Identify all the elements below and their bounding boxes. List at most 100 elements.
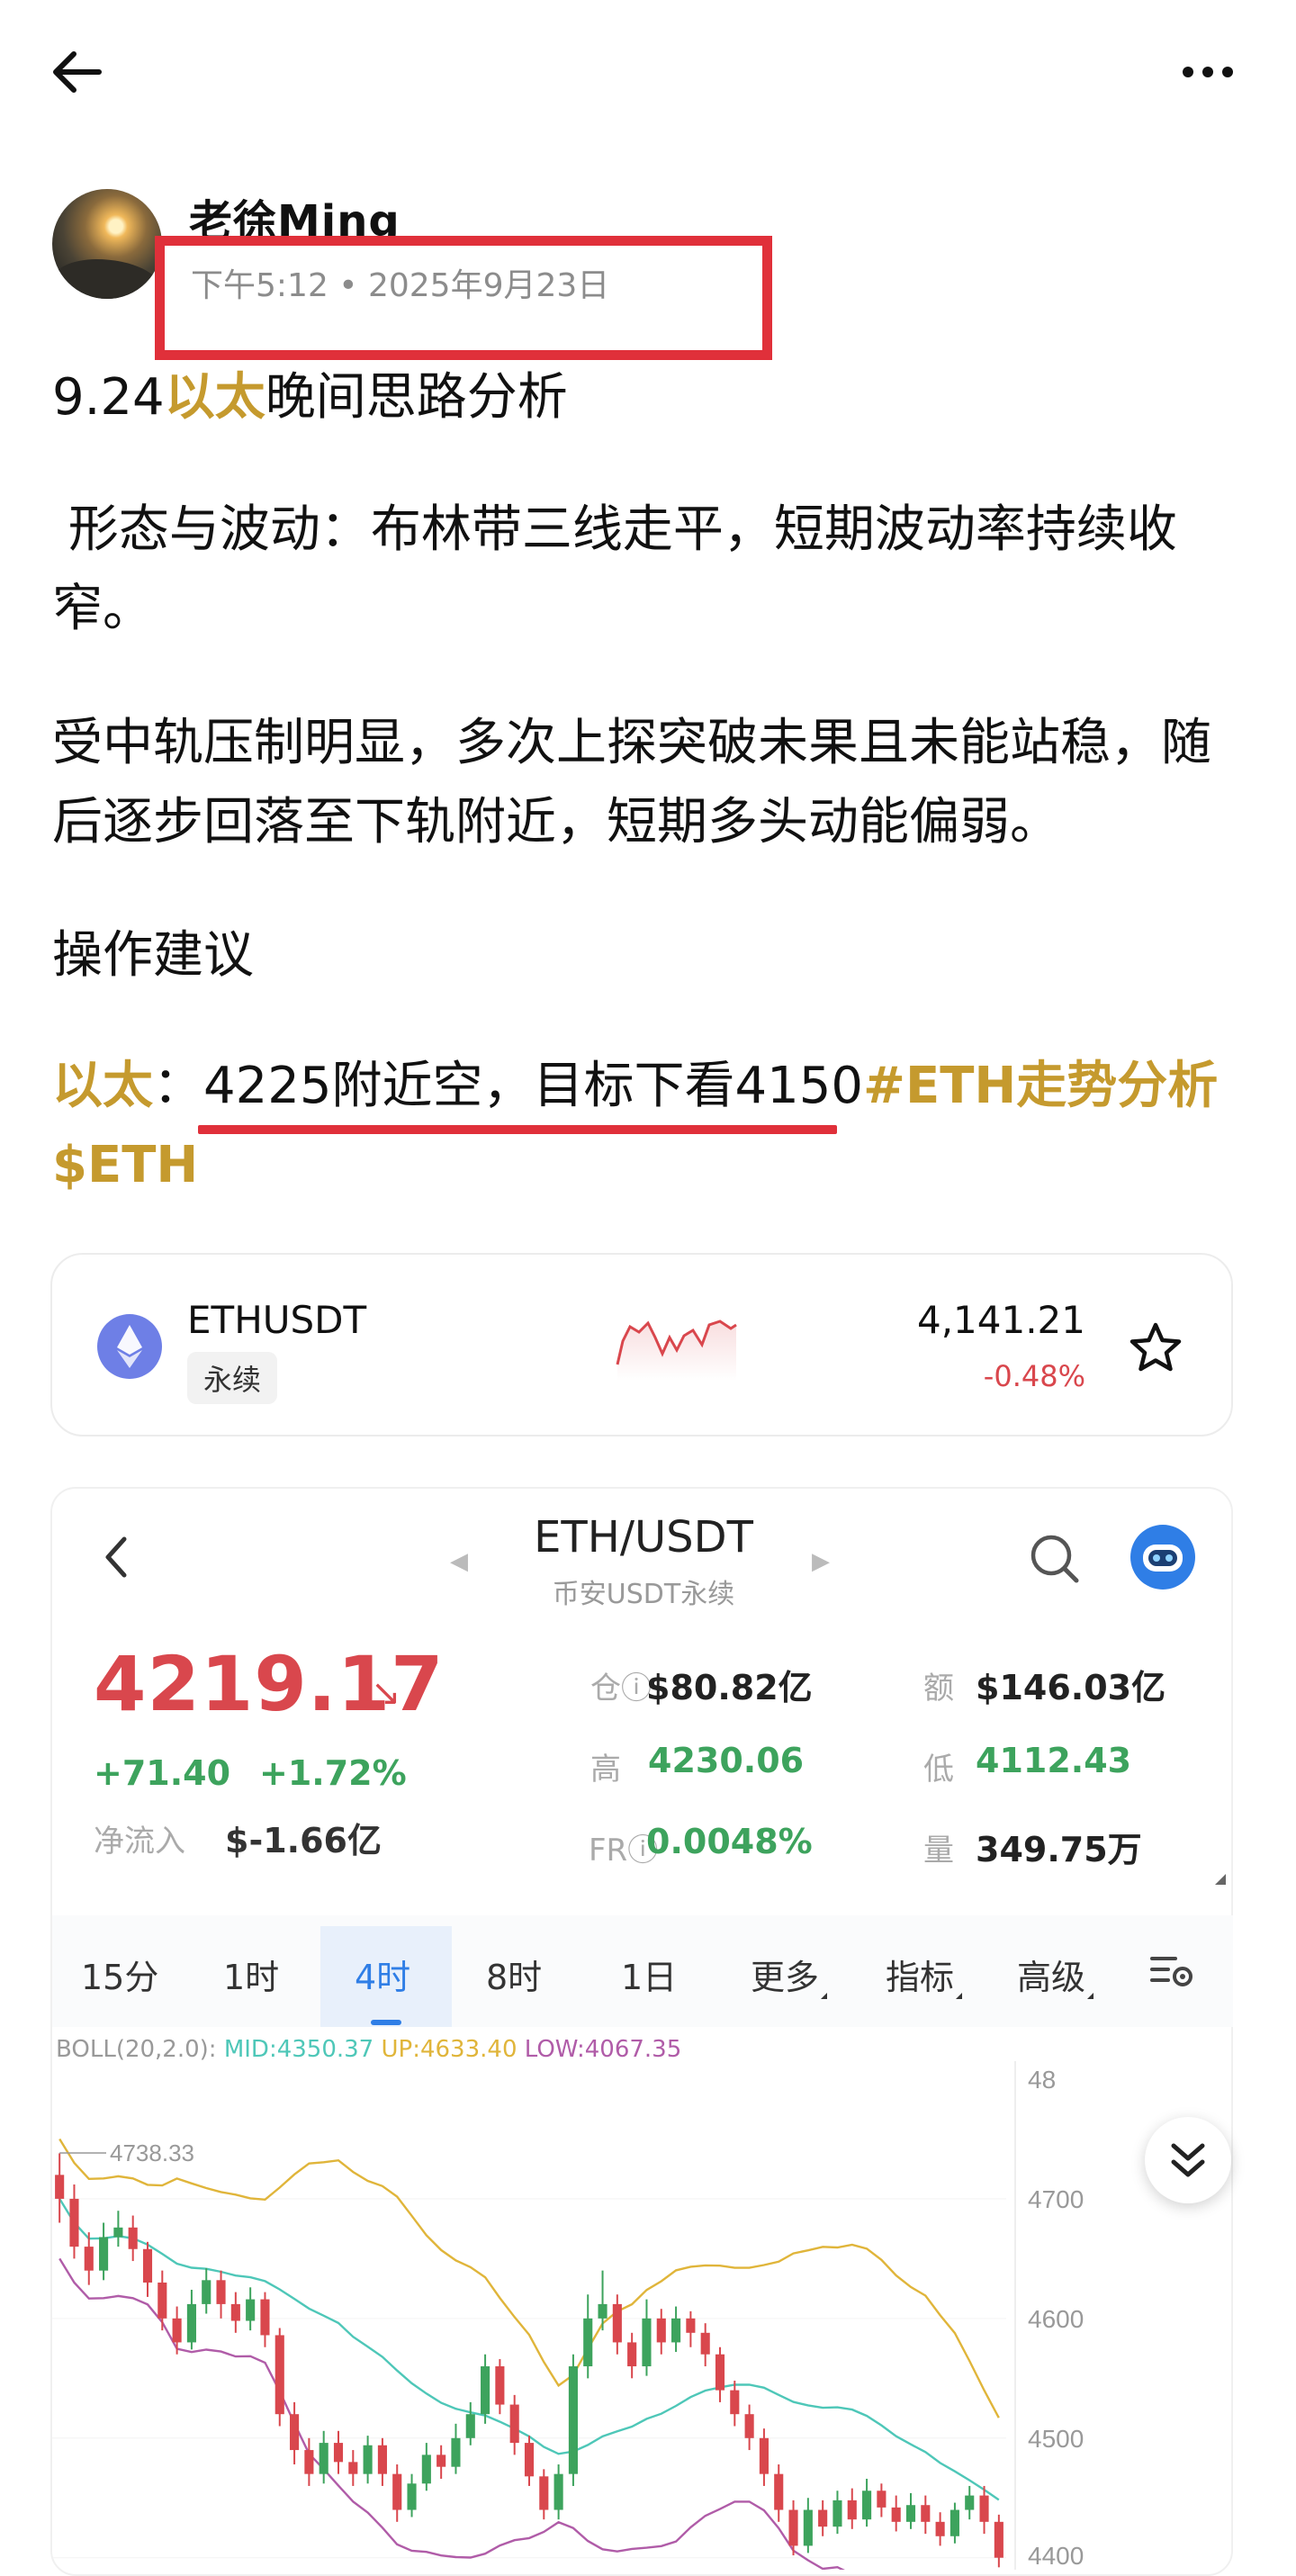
- tab-1d[interactable]: 1日: [621, 1950, 677, 1999]
- assistant-bot-button[interactable]: [1130, 1525, 1195, 1590]
- candle-body: [744, 2414, 754, 2438]
- tab-advanced-label: 高级: [1017, 1958, 1086, 1997]
- volume-value: 349.75万: [976, 1830, 1142, 1869]
- y-axis-tick-label: 48: [1028, 2066, 1056, 2094]
- candle-body: [274, 2335, 284, 2415]
- candle-body: [612, 2303, 622, 2343]
- candle-body: [598, 2303, 608, 2319]
- candle-body: [554, 2473, 563, 2510]
- candle-body: [142, 2248, 153, 2283]
- candle-body: [965, 2495, 975, 2510]
- candle-body: [656, 2318, 666, 2343]
- tab-advanced[interactable]: 高级: [1017, 1950, 1094, 1999]
- candle-body: [891, 2507, 901, 2522]
- candle-body: [671, 2318, 681, 2343]
- candle-body: [774, 2473, 784, 2510]
- trade-plan-text: 4225附近空，目标下看4150: [203, 1057, 864, 1115]
- candle-body: [921, 2505, 931, 2522]
- sparkline-chart: [616, 1320, 737, 1381]
- scroll-down-button[interactable]: [1145, 2117, 1231, 2203]
- candle-body: [69, 2198, 79, 2247]
- candle-body: [246, 2299, 256, 2321]
- pair-subtitle: 币安USDT永续: [552, 1579, 735, 1610]
- candle-body: [260, 2299, 270, 2336]
- favorite-button[interactable]: [1127, 1320, 1184, 1377]
- candle-body: [202, 2280, 212, 2304]
- candle-body: [216, 2280, 226, 2304]
- candle-body: [818, 2509, 828, 2527]
- candle-body: [935, 2521, 945, 2536]
- dropdown-caret-icon: [821, 1993, 828, 1999]
- candle-body: [113, 2227, 123, 2238]
- candle-body: [509, 2404, 519, 2444]
- candle-body: [481, 2366, 490, 2415]
- candle-body: [700, 2332, 710, 2355]
- prev-pair-icon[interactable]: ◀: [450, 1548, 468, 1575]
- candle-body: [186, 2303, 196, 2343]
- chart-settings-button[interactable]: [1148, 1950, 1199, 1993]
- tab-15m[interactable]: 15分: [81, 1950, 158, 1999]
- ticker-symbol: ETHUSDT: [187, 1298, 367, 1342]
- candle-body: [862, 2490, 872, 2520]
- tab-1h[interactable]: 1时: [223, 1950, 279, 1999]
- amount-label: 额: [923, 1671, 954, 1707]
- low-label: 低: [923, 1752, 954, 1788]
- axis-labels: 4738.33 48 4700 4600 4500 4400: [59, 2066, 1084, 2570]
- back-button[interactable]: [47, 45, 110, 99]
- tab-indicators-label: 指标: [886, 1958, 955, 1997]
- headline-date: 9.24: [52, 368, 165, 427]
- boll-up: UP:4633.40: [381, 2036, 518, 2063]
- boll-lower-line: [58, 2257, 845, 2570]
- candle-body: [730, 2390, 740, 2415]
- candlestick-chart[interactable]: 4738.33 48 4700 4600 4500 4400: [52, 2061, 1233, 2570]
- avatar[interactable]: [52, 189, 162, 299]
- tab-indicators[interactable]: 指标: [886, 1950, 963, 1999]
- candle-body: [421, 2454, 431, 2484]
- pair-title[interactable]: ETH/USDT: [486, 1512, 801, 1563]
- search-button[interactable]: [1026, 1530, 1084, 1588]
- tab-4h[interactable]: 4时: [355, 1950, 410, 1999]
- post-paragraph-2: 受中轨压制明显，多次上探突破未果且未能站稳，随后逐步回落至下轨附近，短期多头动能…: [52, 714, 1211, 851]
- boll-legend: BOLL(20,2.0): MID:4350.37 UP:4633.40 LOW…: [56, 2036, 681, 2063]
- y-axis-tick-label: 4700: [1028, 2185, 1084, 2213]
- search-icon: [1030, 1535, 1079, 1583]
- post-paragraph-1: 形态与波动：布林带三线走平，短期波动率持续收窄。: [52, 500, 1177, 638]
- funding-rate-label-text: FR: [589, 1833, 628, 1869]
- next-pair-icon[interactable]: ▶: [812, 1548, 830, 1575]
- open-interest-label: 仓ⓘ: [590, 1663, 652, 1707]
- tab-more[interactable]: 更多: [751, 1950, 828, 1999]
- candle-body: [847, 2499, 857, 2520]
- candle-body: [759, 2437, 769, 2474]
- candle-body: [290, 2414, 300, 2451]
- ethereum-icon: [97, 1314, 162, 1379]
- ticker-change: -0.48%: [983, 1359, 1085, 1393]
- candle-body: [568, 2366, 578, 2474]
- avatar-landscape: [52, 259, 162, 299]
- expand-corner-icon[interactable]: [1215, 1874, 1226, 1885]
- trend-arrow-icon: ↘: [371, 1672, 401, 1714]
- candle-body: [642, 2318, 652, 2367]
- candle-body: [627, 2342, 637, 2367]
- chart-back-button[interactable]: [97, 1530, 133, 1584]
- headline-coin[interactable]: 以太: [165, 368, 266, 427]
- volume-label: 量: [923, 1833, 954, 1869]
- change-percent: +1.72%: [259, 1753, 407, 1793]
- y-axis-tick-label: 4400: [1028, 2542, 1084, 2570]
- coin-mention[interactable]: 以太: [52, 1057, 153, 1115]
- headline-title: 晚间思路分析: [265, 368, 568, 427]
- candle-body: [803, 2509, 813, 2546]
- star-icon: [1130, 1322, 1182, 1372]
- tab-8h[interactable]: 8时: [486, 1950, 542, 1999]
- low-value: 4112.43: [976, 1741, 1132, 1780]
- hashtag-link[interactable]: #ETH走势分析: [863, 1057, 1218, 1115]
- candle-body: [788, 2509, 798, 2546]
- more-button[interactable]: [1179, 54, 1237, 90]
- candle-body: [407, 2483, 417, 2510]
- y-axis-tick-label: 4600: [1028, 2305, 1084, 2333]
- candle-body: [348, 2462, 358, 2474]
- cashtag-link[interactable]: $ETH: [52, 1136, 198, 1194]
- candle-body: [392, 2473, 402, 2510]
- candle-body: [230, 2303, 240, 2321]
- double-chevron-down-icon: [1171, 2143, 1205, 2177]
- perpetual-badge: 永续: [187, 1352, 278, 1404]
